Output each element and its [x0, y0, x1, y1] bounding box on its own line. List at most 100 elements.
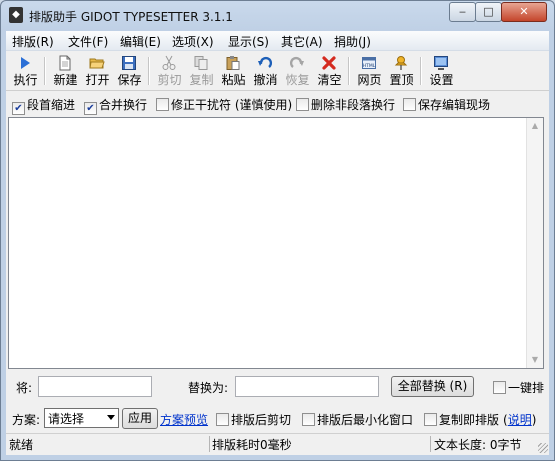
pin-icon: [394, 56, 408, 70]
open-button[interactable]: 打开: [82, 54, 113, 88]
checkbox-unchecked-icon: [302, 413, 315, 426]
menu-edit[interactable]: 编辑(E): [120, 33, 161, 50]
checkbox-unchecked-icon: [156, 98, 169, 111]
one-click-option[interactable]: 一键排: [493, 379, 544, 396]
settings-label: 设置: [429, 73, 454, 87]
scissors-icon: [162, 55, 176, 70]
toolbar: 执行 新建 打开 保存 剪切 复制 粘贴 撤消 恢复 清空 HTML 网页 置顶…: [6, 52, 549, 91]
replace-bar: 将: 替换为: 全部替换 (R) 一键排: [6, 374, 549, 400]
paste-button[interactable]: 粘贴: [218, 54, 249, 88]
scheme-select[interactable]: 请选择: [44, 408, 119, 428]
app-window: ◆ 排版助手 GIDOT TYPESETTER 3.1.1 ‒ □ ✕ 排版(R…: [0, 0, 555, 461]
scroll-down-icon[interactable]: ▼: [527, 352, 543, 368]
floppy-disk-icon: [122, 56, 136, 70]
scheme-selected-value: 请选择: [48, 412, 85, 426]
menu-options[interactable]: 选项(X): [172, 33, 214, 50]
option-indent-label: 段首缩进: [27, 98, 76, 112]
option-merge-label: 合并换行: [99, 98, 148, 112]
new-document-icon: [59, 55, 71, 71]
html-page-icon: HTML: [362, 57, 376, 69]
cut-after-label: 排版后剪切: [231, 413, 292, 427]
execute-button[interactable]: 执行: [10, 54, 41, 88]
scroll-up-icon[interactable]: ▲: [527, 118, 543, 134]
copy-button[interactable]: 复制: [186, 54, 217, 88]
red-x-clear-icon: [322, 56, 336, 70]
toolbar-separator: [420, 57, 422, 85]
html-icon-text: HTML: [363, 63, 376, 69]
play-icon: [21, 57, 30, 69]
explain-link[interactable]: 说明: [508, 413, 532, 427]
diamond-app-icon: ◆: [9, 7, 23, 23]
one-click-label: 一键排: [508, 381, 545, 395]
menu-typeset[interactable]: 排版(R): [12, 33, 54, 50]
status-ready: 就绪: [9, 436, 210, 452]
pin-top-label: 置顶: [389, 73, 414, 87]
find-label: 将:: [16, 381, 33, 395]
option-remove-non-para-breaks[interactable]: 删除非段落换行: [296, 96, 395, 113]
scheme-label: 方案:: [12, 413, 41, 427]
minimize-button[interactable]: ‒: [449, 2, 476, 22]
replace-label: 替换为:: [188, 381, 229, 395]
monitor-settings-icon: [434, 56, 448, 70]
checkbox-unchecked-icon: [403, 98, 416, 111]
status-bar: 就绪 排版耗时0毫秒 文本长度: 0字节: [6, 433, 549, 454]
redo-icon: [289, 56, 304, 68]
webpage-button[interactable]: HTML 网页: [354, 54, 385, 88]
menu-other[interactable]: 其它(A): [281, 33, 323, 50]
checkbox-checked-icon: ✔: [84, 102, 97, 115]
text-editor[interactable]: ▲ ▼: [8, 117, 544, 369]
cut-button[interactable]: 剪切: [154, 54, 185, 88]
cut-after-option[interactable]: 排版后剪切: [216, 411, 291, 428]
minimize-after-option[interactable]: 排版后最小化窗口: [302, 411, 413, 428]
replace-all-button[interactable]: 全部替换 (R): [391, 376, 474, 397]
clipboard-paste-icon: [226, 56, 240, 70]
undo-button[interactable]: 撤消: [250, 54, 281, 88]
checkbox-unchecked-icon: [424, 413, 437, 426]
new-button[interactable]: 新建: [50, 54, 81, 88]
apply-button[interactable]: 应用: [122, 408, 158, 429]
client-area: 排版(R) 文件(F) 编辑(E) 选项(X) 显示(S) 其它(A) 捐助(J…: [6, 31, 549, 455]
replace-input[interactable]: [235, 376, 379, 397]
save-label: 保存: [117, 73, 142, 87]
redo-button[interactable]: 恢复: [282, 54, 313, 88]
toolbar-separator: [348, 57, 350, 85]
undo-icon: [258, 56, 273, 68]
find-input[interactable]: [38, 376, 152, 397]
status-length: 文本长度: 0字节: [434, 438, 522, 452]
scheme-preview-link[interactable]: 方案预览: [160, 411, 208, 428]
vertical-scrollbar[interactable]: ▲ ▼: [526, 118, 543, 368]
resize-grip-icon[interactable]: [538, 443, 548, 453]
explain-group: (说明): [503, 411, 536, 428]
scheme-bar: 方案: 请选择 应用 方案预览 排版后剪切 排版后最小化窗口 复制即排版 (说明…: [6, 406, 549, 430]
option-fix-interference[interactable]: 修正干扰符 (谨慎使用): [156, 96, 292, 113]
execute-label: 执行: [13, 73, 38, 87]
option-merge[interactable]: ✔ 合并换行: [84, 96, 147, 115]
menu-donate[interactable]: 捐助(J): [334, 33, 371, 50]
maximize-button[interactable]: □: [475, 2, 502, 22]
minimize-after-label: 排版后最小化窗口: [317, 413, 414, 427]
option-remove-label: 删除非段落换行: [311, 98, 396, 112]
option-save-edit-state-label: 保存编辑现场: [418, 98, 491, 112]
paren-close: ): [531, 413, 537, 427]
clear-label: 清空: [317, 73, 342, 87]
option-save-edit-state[interactable]: 保存编辑现场: [403, 96, 490, 113]
folder-open-icon: [89, 58, 105, 69]
chevron-down-icon: [107, 415, 115, 420]
copy-icon: [194, 56, 208, 70]
clear-button[interactable]: 清空: [314, 54, 345, 88]
status-elapsed: 排版耗时0毫秒: [212, 436, 431, 452]
menu-bar: 排版(R) 文件(F) 编辑(E) 选项(X) 显示(S) 其它(A) 捐助(J…: [6, 31, 549, 51]
options-bar: ✔ 段首缩进 ✔ 合并换行 修正干扰符 (谨慎使用) 删除非段落换行 保存编辑现场: [6, 92, 549, 115]
copy-then-format-option[interactable]: 复制即排版: [424, 411, 499, 428]
checkbox-unchecked-icon: [216, 413, 229, 426]
menu-file[interactable]: 文件(F): [68, 33, 108, 50]
save-button[interactable]: 保存: [114, 54, 145, 88]
title-bar[interactable]: ◆ 排版助手 GIDOT TYPESETTER 3.1.1 ‒ □ ✕: [1, 1, 554, 31]
settings-button[interactable]: 设置: [426, 54, 457, 88]
checkbox-unchecked-icon: [493, 381, 506, 394]
close-button[interactable]: ✕: [501, 2, 547, 22]
option-indent[interactable]: ✔ 段首缩进: [12, 96, 75, 115]
menu-display[interactable]: 显示(S): [228, 33, 269, 50]
toolbar-separator: [44, 57, 46, 85]
pin-top-button[interactable]: 置顶: [386, 54, 417, 88]
